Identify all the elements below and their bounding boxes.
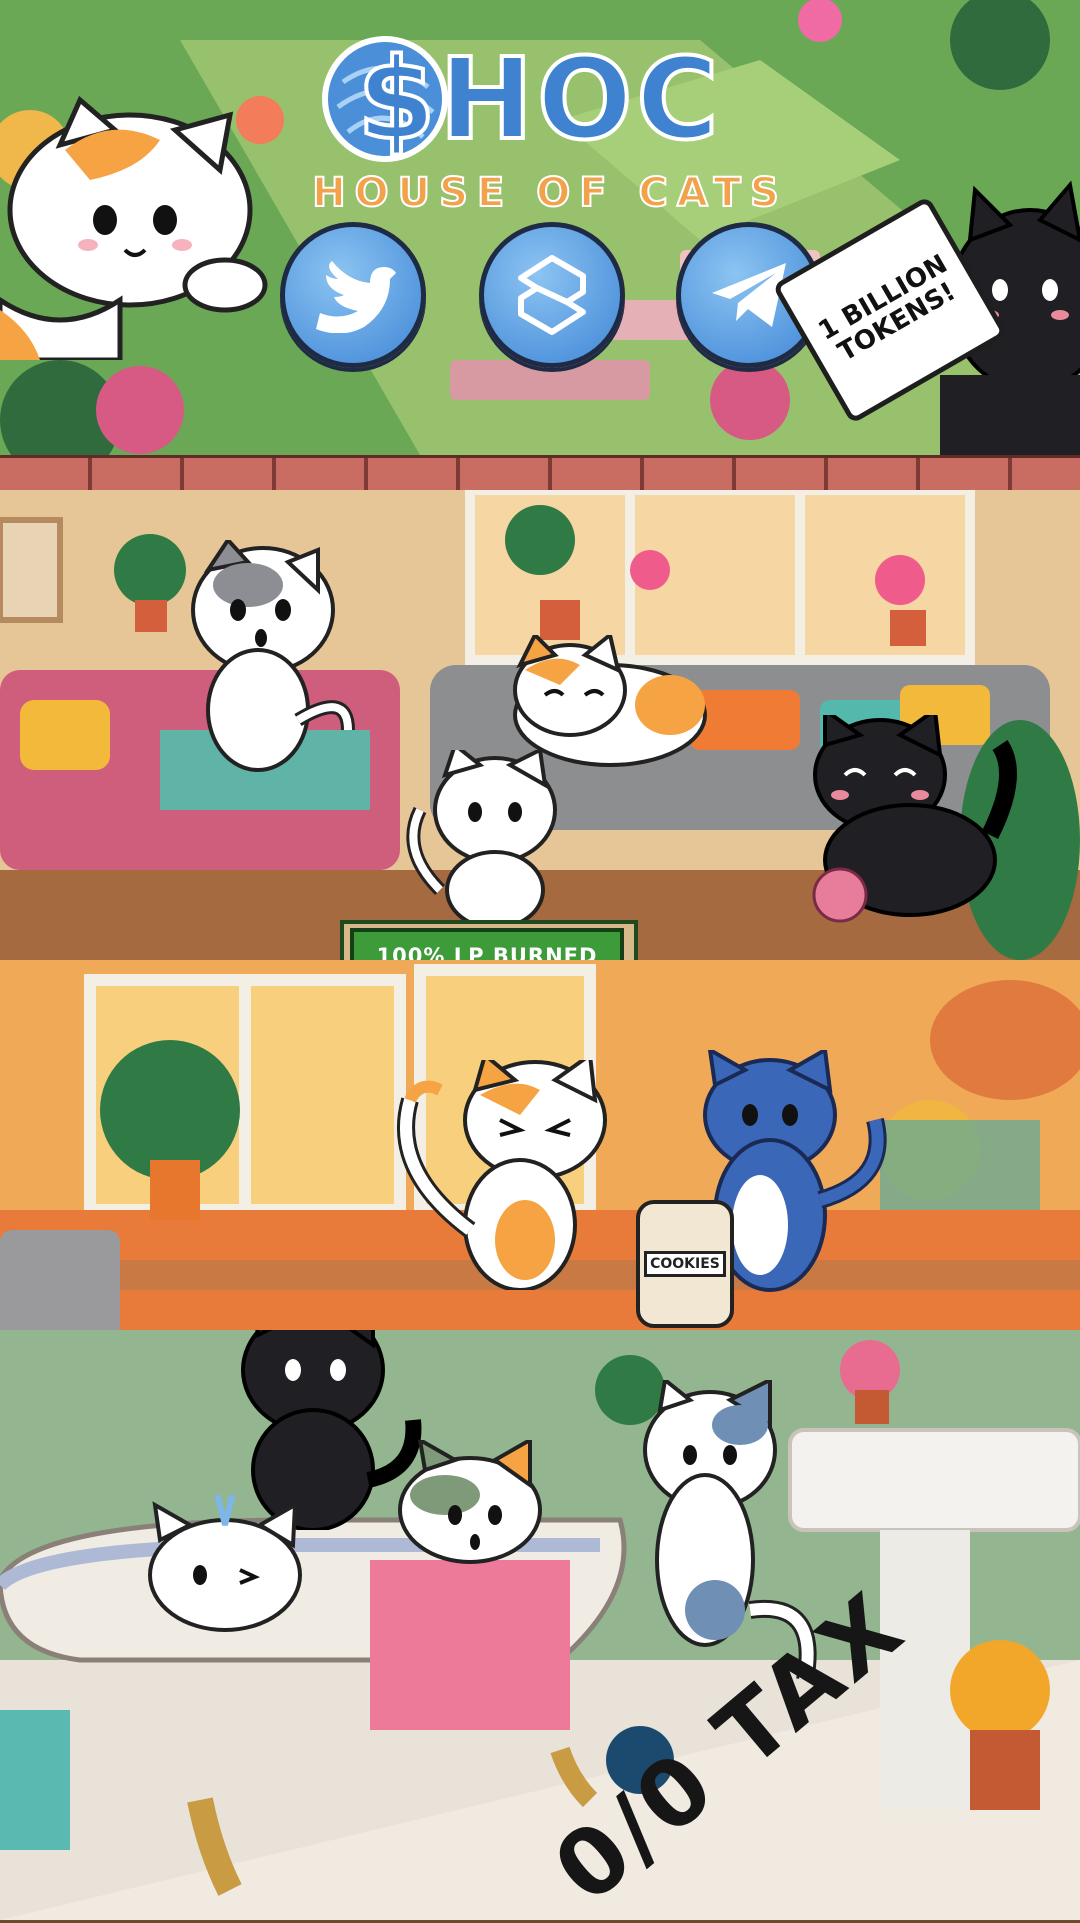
surprised-gray-cat [178,536,358,784]
bathroom-scene [0,1330,1080,1920]
dextools-link[interactable] [479,222,625,368]
winking-white-cat-in-bath [145,1484,305,1639]
dextools-icon [518,255,586,335]
twitter-bird-icon [316,261,396,333]
surprised-gray-cat-in-bath [390,1436,550,1574]
logo-subtitle: HOUSE OF CATS [311,169,788,217]
garden-header: $HOC HOUSE OF CATS 1 BILLION TOKENS! [0,0,1080,455]
twitter-link[interactable] [280,222,426,368]
cookie-jar: COOKIES [636,1200,734,1328]
laughing-calico-cat [380,1051,640,1294]
living-room-scene [0,490,1080,960]
black-cat-with-yarn [800,706,1030,934]
calico-cat-peeking [0,60,280,364]
cookie-jar-label: COOKIES [644,1251,726,1277]
white-cat-in-litter-box [400,741,580,934]
logo-title: $HOC [355,35,723,165]
kitchen-scene: COOKIES [0,960,1080,1380]
